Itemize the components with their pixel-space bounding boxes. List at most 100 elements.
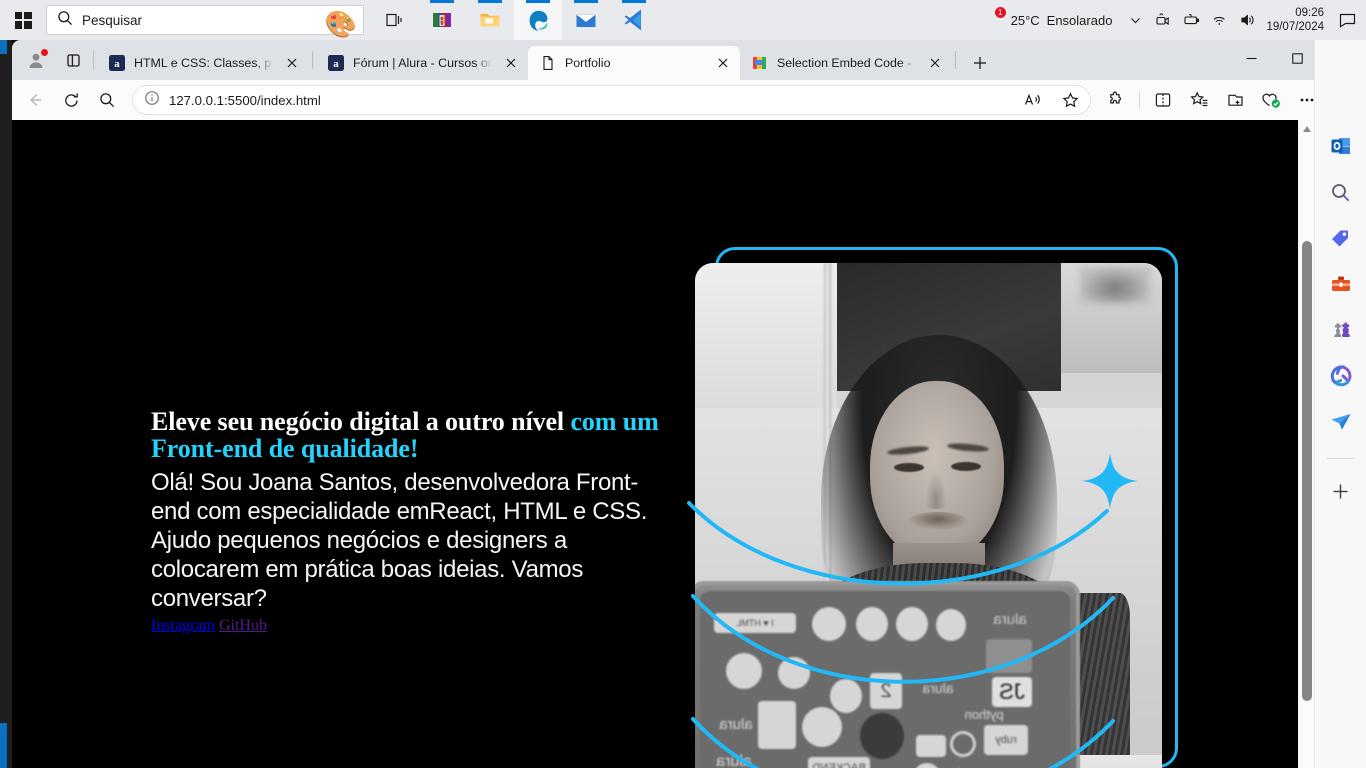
tray-show-hidden-icons-chevron-icon[interactable] — [1122, 0, 1148, 40]
browser-tab-1[interactable]: a Fórum | Alura - Cursos online de — [316, 46, 528, 80]
sun-icon: 1 — [982, 7, 1006, 31]
clock-time: 09:26 — [1295, 7, 1324, 19]
tab-title-1: Fórum | Alura - Cursos online de — [353, 56, 492, 70]
paint-easel-icon: 🎨 — [324, 9, 357, 39]
refresh-button[interactable] — [54, 84, 88, 116]
background-vscode-sliver-bottom — [0, 723, 7, 768]
shopping-tag-icon[interactable] — [1321, 218, 1361, 258]
taskbar-app-task-view[interactable] — [370, 0, 418, 40]
browser-essentials-icon[interactable] — [1254, 84, 1288, 116]
background-window-edge — [0, 40, 12, 768]
add-sidebar-icon[interactable] — [1321, 471, 1361, 511]
collections-icon[interactable] — [1218, 84, 1252, 116]
tab-actions-button[interactable] — [56, 40, 90, 80]
browser-tab-0[interactable]: a HTML e CSS: Classes, posicionam — [97, 46, 309, 80]
tab-title-0: HTML e CSS: Classes, posicionam — [134, 56, 273, 70]
window-minimize-button[interactable] — [1228, 40, 1274, 76]
browser-tab-2[interactable]: Portfolio — [528, 46, 740, 80]
taskbar-app-mail[interactable] — [562, 0, 610, 40]
tray-battery-icon[interactable] — [1178, 0, 1204, 40]
extensions-icon[interactable] — [1099, 84, 1133, 116]
address-bar-url: 127.0.0.1:5500/index.html — [169, 92, 321, 108]
svg-text:a: a — [114, 58, 120, 70]
tab-title-3: Selection Embed Code - Google — [777, 56, 916, 70]
taskbar-search-box[interactable]: Pesquisar 🎨 — [46, 5, 364, 39]
page-viewport: Eleve seu negócio digital a outro nível … — [12, 120, 1298, 768]
hero-text-block: Eleve seu negócio digital a outro nível … — [151, 408, 671, 635]
tray-volume-icon[interactable] — [1234, 0, 1260, 40]
profile-button[interactable] — [16, 40, 56, 80]
taskbar-weather-widget[interactable]: 1 25°C Ensolarado — [978, 7, 1121, 31]
sidebar-divider — [1326, 458, 1355, 459]
arc-middle-decoration — [691, 594, 1115, 684]
taskbar-search-label: Pesquisar — [82, 12, 143, 28]
tab-close-0[interactable] — [282, 53, 302, 73]
link-github[interactable]: GitHub — [219, 617, 267, 634]
notification-center-icon[interactable] — [1334, 0, 1360, 40]
tab-close-1[interactable] — [501, 53, 521, 73]
split-screen-icon[interactable] — [1146, 84, 1180, 116]
site-information-icon[interactable] — [144, 90, 160, 111]
search-icon — [57, 10, 73, 31]
taskbar-app-visual-studio-code[interactable] — [610, 0, 658, 40]
read-aloud-icon[interactable] — [1019, 87, 1047, 113]
browser-toolbar: 127.0.0.1:5500/index.html — [12, 80, 1366, 120]
scrollbar-up-arrow[interactable] — [1299, 120, 1315, 137]
arc-bottom-decoration — [691, 717, 1115, 768]
tab-close-3[interactable] — [925, 53, 945, 73]
tab-strip: a HTML e CSS: Classes, posicionam a Fóru… — [12, 40, 1366, 80]
outlook-icon[interactable] — [1321, 126, 1361, 166]
toolbar-divider — [1139, 91, 1140, 109]
new-tab-button[interactable] — [963, 46, 997, 80]
scrollbar-thumb[interactable] — [1302, 241, 1312, 701]
file-icon — [539, 55, 556, 72]
add-favorite-icon[interactable] — [1056, 87, 1084, 113]
taskbar-clock[interactable]: 09:26 19/07/2024 — [1262, 6, 1332, 34]
favorites-icon[interactable] — [1182, 84, 1216, 116]
tray-wifi-icon[interactable] — [1206, 0, 1232, 40]
edge-sidebar — [1314, 40, 1366, 768]
clock-date: 19/07/2024 — [1266, 21, 1324, 33]
address-bar[interactable]: 127.0.0.1:5500/index.html — [132, 85, 1091, 115]
taskbar-system-tray: 1 25°C Ensolarado 09:26 19/07/2024 — [978, 0, 1366, 40]
taskbar-app-winrar[interactable] — [418, 0, 466, 40]
drop-icon[interactable] — [1321, 402, 1361, 442]
weather-temperature: 25°C — [1010, 12, 1040, 28]
games-icon[interactable] — [1321, 310, 1361, 350]
microsoft-365-icon[interactable] — [1321, 356, 1361, 396]
background-vscode-sliver-top — [0, 40, 7, 54]
windows-taskbar: Pesquisar 🎨 1 25°C Ensolarado 09:26 19/0… — [0, 0, 1366, 40]
tab-divider — [312, 51, 313, 69]
browser-tab-3[interactable]: Selection Embed Code - Google — [740, 46, 952, 80]
hero-photo-block: I ♥ HTML alura JS 2 alura python alura r… — [683, 235, 1203, 768]
four-point-star-decoration — [1082, 453, 1138, 509]
arc-top-decoration — [687, 501, 1109, 586]
tab-divider — [955, 51, 956, 69]
alura-icon: a — [327, 55, 344, 72]
taskbar-app-microsoft-edge[interactable] — [514, 0, 562, 40]
page-title: Eleve seu negócio digital a outro nível … — [151, 408, 671, 462]
taskbar-app-file-explorer[interactable] — [466, 0, 514, 40]
browser-content-area: Eleve seu negócio digital a outro nível … — [12, 120, 1366, 768]
svg-text:a: a — [333, 58, 339, 70]
hero-paragraph: Olá! Sou Joana Santos, desenvolvedora Fr… — [151, 469, 648, 612]
windows-logo-icon — [14, 11, 32, 29]
page-title-plain: Eleve seu negócio digital a outro nível — [151, 407, 571, 436]
weather-condition: Ensolarado — [1046, 12, 1113, 28]
portfolio-page: Eleve seu negócio digital a outro nível … — [12, 120, 1298, 768]
google-slides-icon — [751, 55, 768, 72]
search-icon[interactable] — [1321, 172, 1361, 212]
tab-divider — [93, 51, 94, 69]
back-button[interactable] — [18, 84, 52, 116]
tools-icon[interactable] — [1321, 264, 1361, 304]
page-scrollbar[interactable] — [1298, 120, 1314, 768]
tray-camera-icon[interactable] — [1150, 0, 1176, 40]
profile-alert-dot — [41, 49, 48, 56]
link-instagram[interactable]: Instagram — [151, 617, 215, 634]
notification-badge: 1 — [994, 7, 1006, 18]
start-button[interactable] — [0, 0, 46, 40]
social-links: Instagram GitHub — [151, 617, 671, 635]
toolbar-search-button[interactable] — [90, 84, 124, 116]
screen: Pesquisar 🎨 1 25°C Ensolarado 09:26 19/0… — [0, 0, 1366, 768]
tab-close-2[interactable] — [713, 53, 733, 73]
